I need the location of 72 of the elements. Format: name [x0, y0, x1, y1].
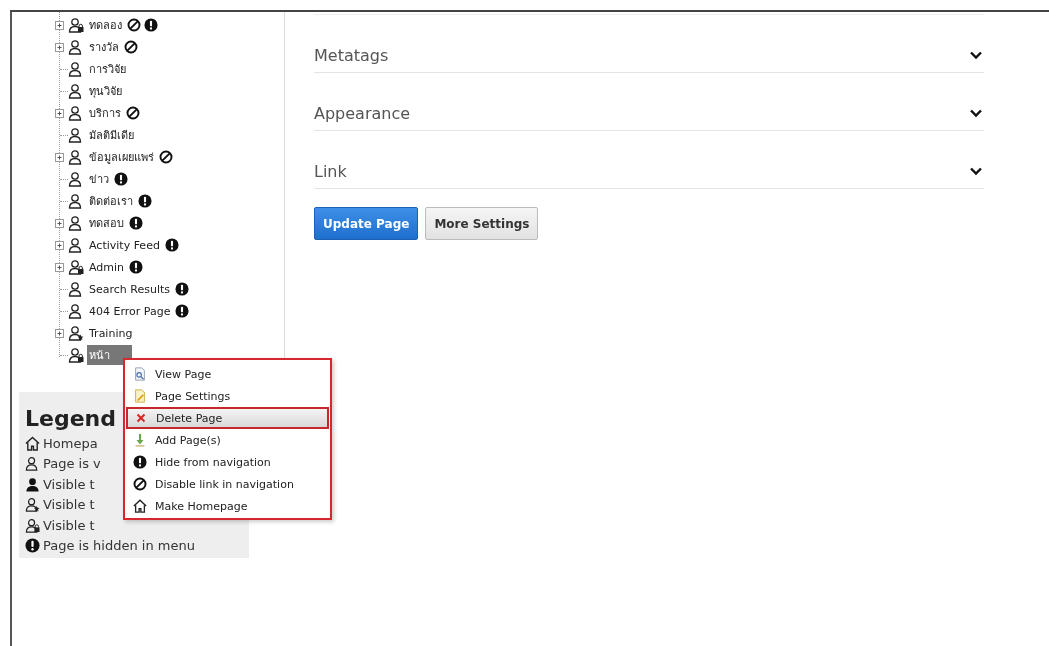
user-lock-icon	[25, 517, 40, 533]
user-icon	[68, 281, 84, 297]
tree-item[interactable]: Activity Feed	[87, 237, 162, 253]
user-icon	[68, 61, 84, 77]
tree-item[interactable]: Training	[87, 325, 135, 341]
user-icon	[68, 127, 84, 143]
tree-item[interactable]: Search Results	[87, 281, 172, 297]
accordion-header[interactable]: Metatags	[314, 15, 984, 73]
expand-icon[interactable]	[55, 108, 64, 118]
user-icon	[68, 83, 84, 99]
tree-item[interactable]: ติดต่อเรา	[87, 191, 135, 211]
tree-item[interactable]: ทดสอบ	[87, 213, 126, 233]
menu-item[interactable]: Delete Page	[126, 407, 329, 429]
menu-item[interactable]: Add Page(s)	[125, 429, 330, 451]
menu-item[interactable]: Hide from navigation	[125, 451, 330, 473]
user-icon	[68, 303, 84, 319]
expand-icon[interactable]	[55, 42, 64, 52]
tree-item[interactable]: 404 Error Page	[87, 303, 173, 319]
exclamation-icon	[25, 538, 40, 554]
user-lock-icon	[68, 17, 84, 33]
tree-item[interactable]: ข่าว	[87, 169, 111, 189]
tree-item[interactable]: Admin	[87, 259, 127, 275]
tree-item[interactable]: หน้า	[87, 345, 132, 365]
expand-icon[interactable]	[55, 152, 64, 162]
tree-item[interactable]: การวิจัย	[87, 59, 128, 79]
legend-text: Page is v	[43, 456, 101, 472]
user-star-icon	[25, 497, 40, 513]
expand-icon[interactable]	[55, 20, 64, 30]
home-icon	[133, 499, 147, 513]
user-icon	[68, 215, 84, 231]
legend-text: Visible t	[43, 476, 95, 492]
disabled-icon	[133, 477, 147, 491]
legend-text: Homepa	[43, 435, 98, 451]
page-pencil-icon	[133, 389, 147, 403]
legend-text: Page is hidden in menu	[43, 538, 195, 554]
user-lock-icon	[68, 259, 84, 275]
user-star-icon	[68, 325, 84, 341]
expand-icon[interactable]	[55, 328, 64, 338]
user-icon	[68, 39, 84, 55]
legend-text: Visible t	[43, 497, 95, 513]
user-icon	[68, 105, 84, 121]
tree-item[interactable]: ทุนวิจัย	[87, 81, 124, 101]
user-icon	[25, 456, 40, 472]
user-icon	[68, 237, 84, 253]
tree-item[interactable]: ทดลอง	[87, 15, 124, 35]
arrow-down-icon	[133, 433, 147, 447]
menu-item[interactable]: View Page	[125, 363, 330, 385]
user-icon	[25, 476, 40, 492]
exclamation-icon	[133, 455, 147, 469]
user-icon	[68, 171, 84, 187]
delete-icon	[134, 411, 148, 425]
user-lock-icon	[68, 347, 84, 363]
accordion-header[interactable]: Link	[314, 131, 984, 189]
legend-text: Visible t	[43, 517, 95, 533]
accordion-header[interactable]: Appearance	[314, 73, 984, 131]
tree-item[interactable]: ข้อมูลเผยแพร่	[87, 147, 156, 167]
menu-item[interactable]: Page Settings	[125, 385, 330, 407]
tree-item[interactable]: รางวัล	[87, 37, 121, 57]
expand-icon[interactable]	[55, 218, 64, 228]
tree-item[interactable]: มัลติมีเดีย	[87, 125, 136, 145]
legend-title: Legend	[25, 406, 117, 431]
page-magnifier-icon	[133, 367, 147, 381]
user-icon	[68, 193, 84, 209]
settings-button[interactable]: More Settings	[425, 207, 539, 240]
user-icon	[68, 149, 84, 165]
expand-icon[interactable]	[55, 262, 64, 272]
menu-item[interactable]: Make Homepage	[125, 495, 330, 517]
home-icon	[25, 435, 40, 451]
expand-icon[interactable]	[55, 240, 64, 250]
menu-item[interactable]: Disable link in navigation	[125, 473, 330, 495]
update-button[interactable]: Update Page	[314, 207, 419, 240]
tree-item[interactable]: บริการ	[87, 103, 123, 123]
